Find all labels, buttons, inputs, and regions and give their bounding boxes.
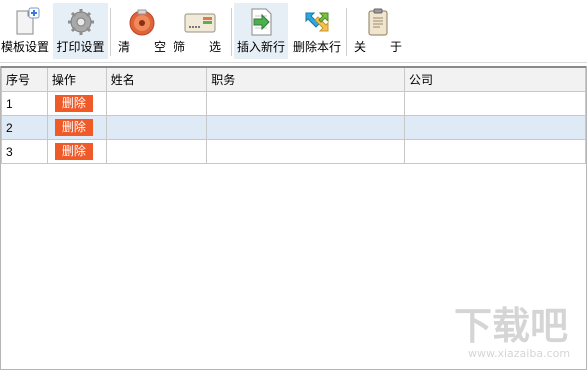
toolbar-separator [110,8,111,56]
title-cell[interactable] [206,91,406,116]
row-number: 1 [1,91,48,116]
action-cell: 删除 [46,115,107,140]
clipboard-icon [368,8,388,36]
toolbar: 模板设置 打印设置 清空 筛 选 插入新行 删除本行 关 于 [0,0,587,63]
name-cell[interactable] [105,91,208,116]
insert-row-label: 插入新行 [236,40,285,54]
column-header-title[interactable]: 职务 [206,66,406,92]
delete-row-button[interactable]: 删除本行 [290,3,344,59]
delete-button[interactable]: 删除 [54,119,93,136]
print-settings-button[interactable]: 打印设置 [53,3,108,59]
about-label: 关于 [354,40,403,54]
insert-row-icon [251,8,272,36]
column-header-no[interactable]: 序号 [1,66,48,92]
about-button[interactable]: 关于 [350,3,406,59]
row-number: 3 [1,139,48,164]
name-cell[interactable] [105,139,208,164]
clear-label: 清空 [118,40,167,54]
company-cell[interactable] [404,91,586,116]
filter-label: 筛选 [173,40,222,54]
company-cell[interactable] [404,139,586,164]
watermark-logo: 下载吧 www.xiazaiba.com [454,304,570,360]
company-cell[interactable] [404,115,586,140]
toolbar-separator [231,8,232,56]
card-icon [184,13,216,33]
name-cell[interactable] [105,115,208,140]
table-header-row: 序号 操作 姓名 职务 公司 [1,66,586,92]
eraser-icon [129,9,155,36]
delete-button[interactable]: 删除 [54,95,93,112]
data-grid: 序号 操作 姓名 职务 公司 1 删除 2 删除 3 删除 下载吧 www.xi… [0,66,587,370]
table-row[interactable]: 2 删除 [1,115,586,140]
table-row[interactable]: 1 删除 [1,91,586,116]
watermark-url: www.xiazaiba.com [468,347,570,360]
filter-button[interactable]: 筛选 [172,3,228,59]
action-cell: 删除 [46,139,107,164]
watermark-title: 下载吧 [454,304,568,348]
insert-row-button[interactable]: 插入新行 [234,3,288,59]
delete-row-label: 删除本行 [292,40,341,54]
title-cell[interactable] [206,139,406,164]
title-cell[interactable] [206,115,406,140]
template-settings-button[interactable]: 模板设置 [0,3,50,59]
column-header-company[interactable]: 公司 [404,66,586,92]
column-header-action[interactable]: 操作 [46,66,107,92]
new-document-icon [16,7,40,35]
table-row[interactable]: 3 删除 [1,139,586,164]
delete-button[interactable]: 删除 [54,143,93,160]
clear-button[interactable]: 清空 [114,3,170,59]
row-number: 2 [1,115,48,140]
action-cell: 删除 [46,91,107,116]
contacts-table: 序号 操作 姓名 职务 公司 1 删除 2 删除 3 删除 [1,66,586,164]
template-settings-label: 模板设置 [0,40,49,54]
print-settings-label: 打印设置 [56,40,105,54]
swap-arrows-icon [305,12,329,32]
gear-icon [67,9,94,35]
column-header-name[interactable]: 姓名 [105,66,208,92]
toolbar-separator [346,8,347,56]
